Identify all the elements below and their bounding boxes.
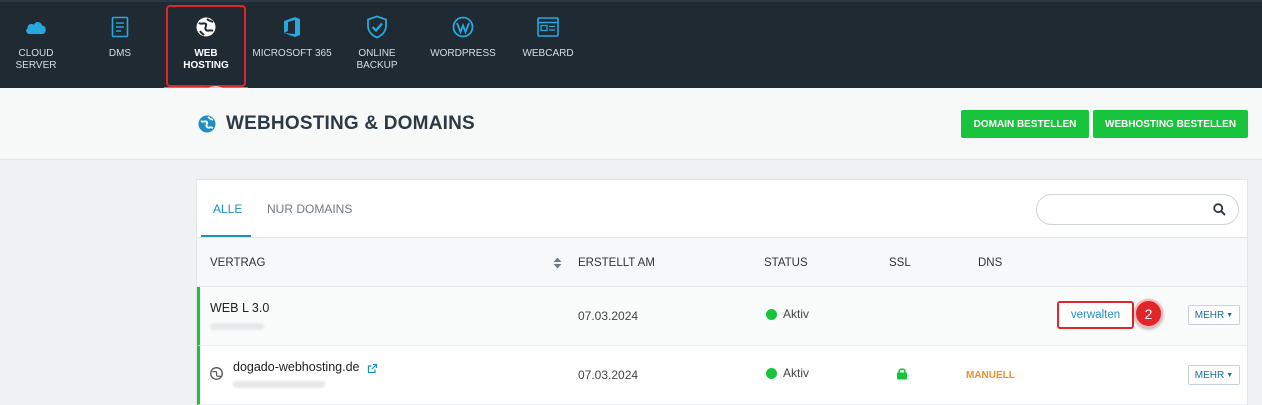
column-header-dns: DNS bbox=[978, 257, 1003, 269]
nav-item-webcard[interactable]: WEBCARD bbox=[518, 2, 578, 88]
order-domain-button[interactable]: DOMAIN BESTELLEN bbox=[961, 110, 1089, 138]
cloud-icon bbox=[24, 14, 48, 40]
search-box bbox=[1036, 194, 1239, 225]
nav-item-wordpress[interactable]: WORDPRESS bbox=[428, 2, 498, 88]
search-input[interactable] bbox=[1049, 201, 1209, 219]
table-row: WEB L 3.0 07.03.2024 Aktiv verwalten MEH… bbox=[197, 287, 1247, 346]
status-active-dot bbox=[766, 367, 777, 379]
nav-label-line1: MICROSOFT 365 bbox=[252, 48, 332, 59]
redacted-domain-id bbox=[233, 381, 325, 388]
more-dropdown-button[interactable]: MEHR ▼ bbox=[1188, 305, 1240, 325]
nav-item-dms[interactable]: DMS bbox=[96, 2, 144, 88]
created-date: 07.03.2024 bbox=[578, 368, 639, 382]
table-header: VERTRAG ERSTELLT AM STATUS SSL DNS bbox=[197, 238, 1247, 287]
nav-item-cloud-server[interactable]: CLOUD SERVER bbox=[8, 2, 64, 88]
nav-label-line1: CLOUD bbox=[18, 48, 54, 59]
page-title-text: WEBHOSTING & DOMAINS bbox=[226, 113, 475, 134]
tab-domains-only[interactable]: NUR DOMAINS bbox=[267, 202, 352, 216]
tab-all[interactable]: ALLE bbox=[213, 202, 242, 216]
nav-label-line2: HOSTING bbox=[183, 60, 229, 71]
sort-icon[interactable] bbox=[553, 256, 562, 274]
domain-name[interactable]: dogado-webhosting.de bbox=[233, 360, 360, 374]
caret-down-icon: ▼ bbox=[1226, 371, 1234, 379]
search-icon[interactable] bbox=[1213, 203, 1226, 221]
created-date: 07.03.2024 bbox=[578, 309, 639, 323]
nav-item-web-hosting[interactable]: WEB HOSTING bbox=[164, 2, 248, 90]
nav-label-line1: DMS bbox=[108, 48, 132, 59]
globe-icon bbox=[195, 14, 217, 40]
contracts-panel: ALLE NUR DOMAINS VERTRAG ERSTELLT AM STA… bbox=[196, 179, 1248, 405]
domain-globe-icon bbox=[210, 367, 223, 385]
more-dropdown-button[interactable]: MEHR ▼ bbox=[1188, 365, 1240, 385]
nav-label-line1: WORDPRESS bbox=[430, 48, 496, 59]
status-active-dot bbox=[766, 308, 777, 320]
column-header-ssl: SSL bbox=[889, 257, 911, 269]
nav-label-line1: WEB bbox=[194, 48, 218, 59]
tab-active-underline bbox=[201, 235, 251, 237]
manage-button[interactable]: verwalten bbox=[1057, 301, 1134, 329]
top-navigation: CLOUD SERVER DMS WEB HOSTING MICROSOFT 365… bbox=[0, 0, 1262, 90]
order-webhosting-button[interactable]: WEBHOSTING BESTELLEN bbox=[1093, 110, 1248, 138]
lock-icon bbox=[896, 367, 908, 385]
globe-icon bbox=[198, 115, 216, 133]
status-cell: Aktiv bbox=[766, 366, 809, 380]
column-header-status[interactable]: STATUS bbox=[764, 257, 808, 269]
external-link-icon[interactable] bbox=[367, 361, 378, 379]
wordpress-icon bbox=[452, 14, 474, 40]
page-title: WEBHOSTING & DOMAINS bbox=[198, 113, 475, 135]
filter-tabs: ALLE NUR DOMAINS bbox=[197, 180, 1247, 238]
status-cell: Aktiv bbox=[766, 307, 809, 321]
document-icon bbox=[111, 14, 129, 40]
nav-item-online-backup[interactable]: ONLINE BACKUP bbox=[348, 2, 406, 88]
shield-icon bbox=[366, 14, 388, 40]
table-row: dogado-webhosting.de 07.03.2024 Aktiv MA… bbox=[197, 346, 1247, 405]
caret-down-icon: ▼ bbox=[1226, 311, 1234, 319]
more-label: MEHR bbox=[1194, 309, 1225, 321]
step-badge-2: 2 bbox=[1134, 299, 1163, 328]
nav-label-line2: BACKUP bbox=[356, 60, 398, 71]
dns-mode-badge: MANUELL bbox=[966, 370, 1015, 381]
nav-label-line1: ONLINE bbox=[358, 48, 396, 59]
more-label: MEHR bbox=[1194, 369, 1225, 381]
office-icon bbox=[282, 14, 302, 40]
nav-label-line2: SERVER bbox=[15, 60, 57, 71]
column-header-created[interactable]: ERSTELLT AM bbox=[578, 257, 655, 269]
contract-name: WEB L 3.0 bbox=[210, 301, 270, 315]
nav-item-microsoft-365[interactable]: MICROSOFT 365 bbox=[250, 2, 334, 88]
status-text: Aktiv bbox=[783, 307, 810, 321]
nav-label-line1: WEBCARD bbox=[522, 48, 574, 59]
redacted-contract-id bbox=[210, 323, 264, 330]
webcard-icon bbox=[536, 14, 560, 40]
status-text: Aktiv bbox=[783, 366, 810, 380]
column-header-contract[interactable]: VERTRAG bbox=[210, 257, 265, 269]
